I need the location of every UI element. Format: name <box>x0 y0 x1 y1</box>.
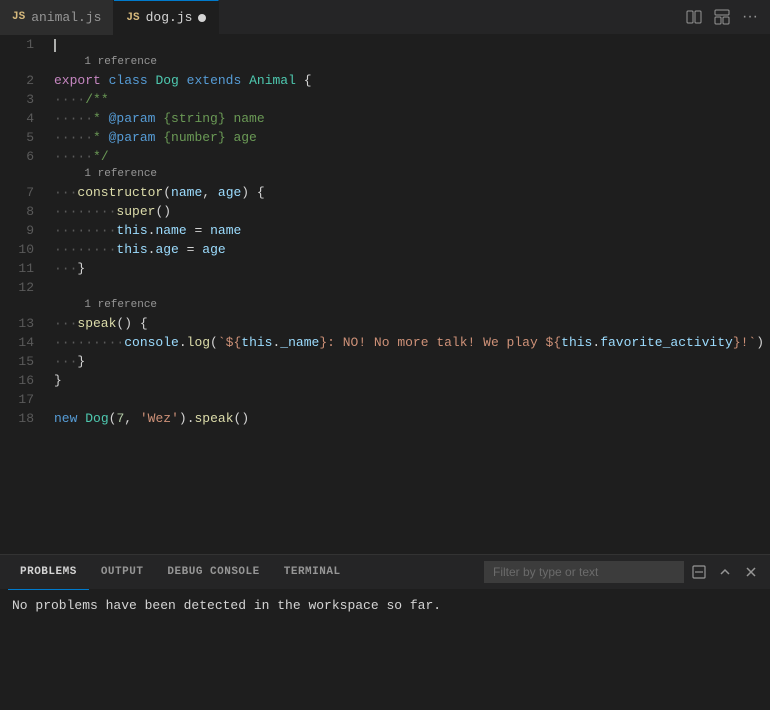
split-editor-button[interactable] <box>682 5 706 29</box>
code-line-6: ·····*/ <box>54 147 770 166</box>
tab-problems[interactable]: PROBLEMS <box>8 555 89 590</box>
tab-terminal[interactable]: TERMINAL <box>272 555 353 590</box>
code-line-11: ···} <box>54 259 770 278</box>
code-line-10: ········this.age = age <box>54 240 770 259</box>
panel-content: No problems have been detected in the wo… <box>0 590 770 710</box>
tab-debug-console[interactable]: DEBUG CONSOLE <box>155 555 271 590</box>
collapse-panel-button[interactable] <box>714 563 736 581</box>
no-problems-message: No problems have been detected in the wo… <box>12 598 441 613</box>
js-icon: JS <box>126 12 139 24</box>
code-line-17 <box>54 390 770 409</box>
editor-area: 1 2 3 4 5 6 7 8 9 10 11 12 13 14 15 16 1… <box>0 35 770 554</box>
reference-label-13: 1 reference <box>54 297 770 314</box>
code-line-14: ·········console.log(`${this._name}: NO!… <box>54 333 770 352</box>
code-line-5: ·····* @param {number} age <box>54 128 770 147</box>
code-line-7: ···constructor(name, age) { <box>54 183 770 202</box>
reference-label-7: 1 reference <box>54 166 770 183</box>
maximize-panel-button[interactable] <box>688 563 710 581</box>
code-line-9: ········this.name = name <box>54 221 770 240</box>
tab-bar-actions: ··· <box>682 4 770 30</box>
tab-bar: JS animal.js JS dog.js ··· <box>0 0 770 35</box>
code-line-18: new Dog(7, 'Wez').speak() <box>54 409 770 428</box>
code-line-16: } <box>54 371 770 390</box>
tab-output[interactable]: OUTPUT <box>89 555 156 590</box>
tab-label-animal: animal.js <box>31 10 101 25</box>
layout-button[interactable] <box>710 5 734 29</box>
code-line-8: ········super() <box>54 202 770 221</box>
reference-label-2: 1 reference <box>54 54 770 71</box>
code-line-15: ···} <box>54 352 770 371</box>
tab-label-dog: dog.js <box>146 10 193 25</box>
bottom-panel: PROBLEMS OUTPUT DEBUG CONSOLE TERMINAL <box>0 554 770 710</box>
code-line-3: ····/** <box>54 90 770 109</box>
code-line-13: ···speak() { <box>54 314 770 333</box>
filter-input[interactable] <box>484 561 684 583</box>
modified-indicator <box>198 14 206 22</box>
code-line-12 <box>54 278 770 297</box>
tab-animal-js[interactable]: JS animal.js <box>0 0 114 35</box>
panel-filter-area <box>484 561 762 583</box>
panel-tab-bar: PROBLEMS OUTPUT DEBUG CONSOLE TERMINAL <box>0 555 770 590</box>
code-line-4: ·····* @param {string} name <box>54 109 770 128</box>
line-numbers: 1 2 3 4 5 6 7 8 9 10 11 12 13 14 15 16 1… <box>0 35 50 554</box>
code-line-2: export class Dog extends Animal { <box>54 71 770 90</box>
tab-dog-js[interactable]: JS dog.js <box>114 0 219 35</box>
more-actions-button[interactable]: ··· <box>738 4 762 30</box>
close-panel-button[interactable] <box>740 563 762 581</box>
code-line-1 <box>54 35 770 54</box>
code-editor[interactable]: 1 reference export class Dog extends Ani… <box>50 35 770 554</box>
js-icon: JS <box>12 11 25 23</box>
